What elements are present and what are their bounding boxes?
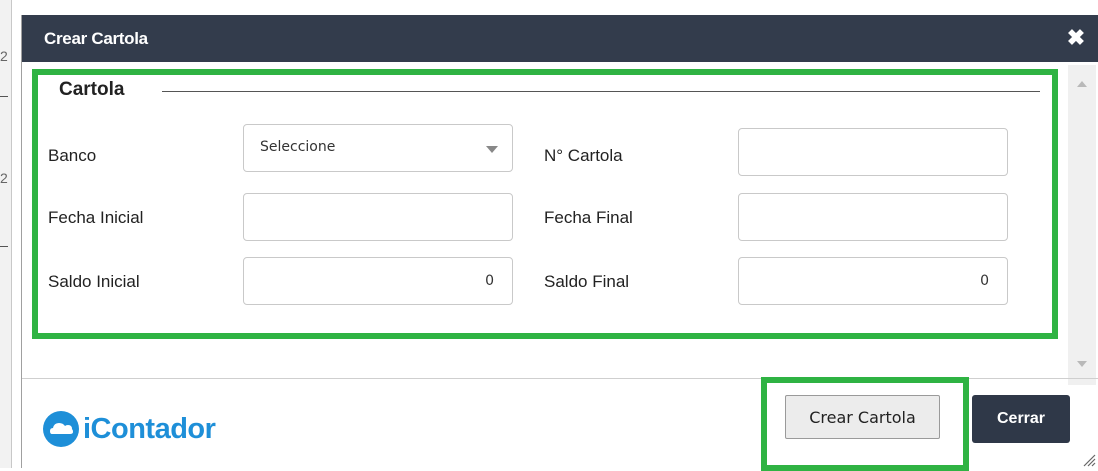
resize-grip-icon[interactable]: [1080, 451, 1096, 467]
button-highlight-box: [761, 377, 969, 471]
crear-cartola-dialog: Crear Cartola ✖ Cartola Banco Seleccione…: [21, 15, 1098, 471]
cloud-logo-icon: [43, 411, 79, 447]
scroll-down-arrow-icon[interactable]: [1077, 361, 1087, 367]
cerrar-button[interactable]: Cerrar: [972, 395, 1070, 443]
logo-text: iContador: [83, 412, 216, 445]
background-digit: 2: [0, 48, 8, 64]
form-highlight-box: [32, 69, 1058, 339]
background-page-top: [0, 0, 1098, 12]
background-tick: [0, 96, 8, 97]
background-digit: 2: [0, 170, 8, 186]
dialog-titlebar[interactable]: Crear Cartola ✖: [22, 15, 1098, 62]
scroll-up-arrow-icon[interactable]: [1077, 81, 1087, 87]
scrollbar[interactable]: [1068, 65, 1096, 385]
dialog-title: Crear Cartola: [44, 29, 148, 48]
icontador-logo: iContador: [42, 409, 216, 449]
close-icon[interactable]: ✖: [1063, 25, 1089, 51]
background-page-edge: 2 2: [0, 0, 12, 468]
background-tick: [0, 246, 8, 247]
